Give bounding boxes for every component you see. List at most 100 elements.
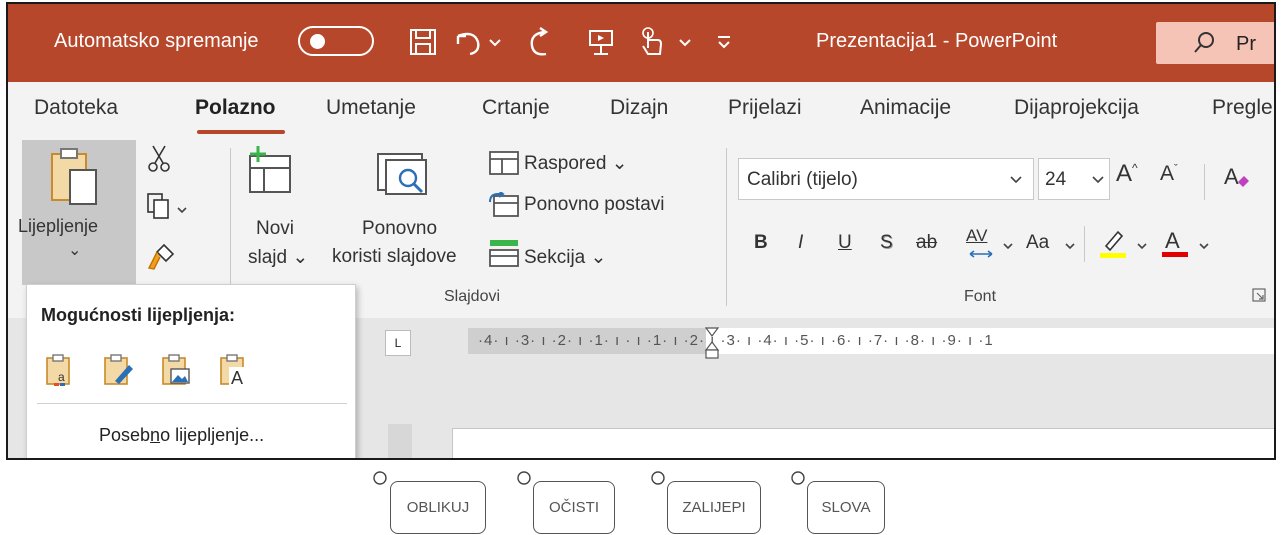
group-separator — [726, 148, 727, 306]
layout-label[interactable]: Raspored ⌄ — [524, 152, 628, 175]
highlight-icon[interactable] — [1098, 226, 1128, 265]
font-color-button[interactable]: A — [1160, 224, 1190, 265]
format-painter-icon[interactable] — [146, 242, 176, 277]
paste-special-item[interactable]: Posebno lijepljenje... — [99, 425, 264, 446]
underline-button[interactable]: U — [838, 232, 852, 254]
tab-dizajn[interactable]: Dizajn — [610, 96, 668, 120]
change-case-button[interactable]: Aa — [1026, 232, 1049, 254]
font-size-value: 24 — [1045, 169, 1067, 190]
spacing-arrows-icon — [968, 246, 994, 264]
copy-dropdown-icon[interactable] — [176, 202, 188, 220]
character-spacing-button[interactable]: AV — [966, 226, 987, 246]
customize-quick-access-icon[interactable] — [716, 26, 732, 58]
tab-crtanje[interactable]: Crtanje — [482, 96, 550, 120]
ribbon-tabs: Datoteka Polazno Umetanje Crtanje Dizajn… — [8, 82, 1274, 138]
slova-button[interactable]: SLOVA — [807, 481, 885, 534]
rotate-handle-icon[interactable] — [650, 470, 666, 486]
ocisti-button[interactable]: OČISTI — [533, 481, 615, 534]
case-dropdown-icon[interactable] — [1064, 238, 1076, 256]
svg-text:A: A — [1165, 228, 1180, 253]
paste-button[interactable]: Lijepljenje ⌄ — [18, 140, 136, 285]
paste-destination-theme-icon[interactable]: a — [43, 353, 77, 392]
grow-font-glyph: A — [1116, 160, 1133, 187]
shrink-font-icon[interactable]: Aˇ — [1160, 162, 1178, 186]
undo-dropdown-icon[interactable] — [488, 26, 502, 58]
reuse-slides-label-2[interactable]: koristi slajdove — [332, 246, 457, 268]
paste-options-title: Mogućnosti lijepljenja: — [41, 305, 236, 325]
italic-button[interactable]: I — [798, 232, 803, 254]
font-size-select[interactable]: 24 — [1038, 158, 1110, 200]
title-bar: Automatsko spremanje Prezentacija1 - Pow… — [8, 4, 1274, 82]
paste-special-accelerator: n — [150, 425, 161, 445]
font-size-chevron-icon — [1091, 173, 1105, 191]
clipboard-icon — [44, 146, 108, 213]
font-separator — [1084, 226, 1085, 262]
active-tab-indicator — [197, 130, 285, 134]
search-box[interactable]: Pr — [1156, 22, 1274, 64]
tab-umetanje[interactable]: Umetanje — [326, 96, 416, 120]
grow-font-icon[interactable]: A^ — [1116, 160, 1138, 188]
layout-icon[interactable] — [488, 150, 520, 181]
paste-picture-icon[interactable] — [159, 353, 193, 392]
indent-marker-icon[interactable] — [704, 326, 720, 365]
tab-animacije[interactable]: Animacije — [860, 96, 951, 120]
spacing-dropdown-icon[interactable] — [1002, 238, 1014, 256]
slide-canvas[interactable] — [452, 428, 1274, 458]
tab-pregled[interactable]: Pregle — [1212, 96, 1273, 120]
undo-icon[interactable] — [452, 26, 486, 58]
highlight-dropdown-icon[interactable] — [1136, 238, 1148, 256]
reset-label[interactable]: Ponovno postavi — [524, 194, 665, 216]
start-presentation-icon[interactable] — [586, 26, 616, 58]
clear-formatting-icon[interactable]: A — [1222, 162, 1252, 197]
font-separator — [1204, 164, 1205, 200]
redo-icon[interactable] — [524, 26, 558, 58]
reuse-slides-label-1[interactable]: Ponovno — [362, 218, 437, 240]
tab-polazno[interactable]: Polazno — [195, 96, 276, 120]
shadow-button[interactable]: S — [880, 232, 893, 254]
autosave-label: Automatsko spremanje — [54, 30, 259, 52]
strikethrough-button[interactable]: ab — [916, 232, 937, 254]
shrink-font-glyph: A — [1160, 162, 1175, 185]
tab-dijaprojekcija[interactable]: Dijaprojekcija — [1014, 96, 1139, 120]
powerpoint-window: Automatsko spremanje Prezentacija1 - Pow… — [6, 2, 1276, 460]
paste-special-suffix: o lijepljenje... — [160, 425, 265, 445]
font-group-label: Font — [964, 288, 997, 305]
section-icon[interactable] — [488, 238, 520, 273]
new-slide-label-1[interactable]: Novi — [256, 218, 294, 240]
bold-button[interactable]: B — [754, 232, 768, 254]
svg-text:a: a — [58, 370, 65, 384]
new-slide-icon[interactable] — [240, 144, 300, 201]
search-text: Pr — [1236, 33, 1256, 55]
paste-keep-source-format-icon[interactable] — [101, 353, 135, 392]
vertical-ruler[interactable] — [388, 424, 412, 458]
svg-text:A: A — [231, 368, 243, 387]
rotate-handle-icon[interactable] — [516, 470, 532, 486]
autosave-toggle[interactable] — [298, 26, 374, 56]
touch-dropdown-icon[interactable] — [678, 26, 692, 58]
touch-mode-icon[interactable] — [636, 26, 666, 58]
search-icon — [1192, 30, 1218, 61]
zalijepi-button[interactable]: ZALIJEPI — [667, 481, 761, 534]
rotate-handle-icon[interactable] — [372, 470, 388, 486]
tab-stop-selector[interactable]: L — [385, 330, 411, 356]
copy-icon[interactable] — [146, 192, 172, 225]
tab-datoteka[interactable]: Datoteka — [34, 96, 118, 120]
cut-icon[interactable] — [146, 144, 172, 179]
paste-special-prefix: Poseb — [99, 425, 151, 445]
section-label[interactable]: Sekcija ⌄ — [524, 246, 606, 269]
rotate-handle-icon[interactable] — [790, 470, 806, 486]
new-slide-label-2[interactable]: slajd ⌄ — [248, 246, 308, 269]
tab-prijelazi[interactable]: Prijelazi — [728, 96, 802, 120]
reuse-slides-icon[interactable] — [374, 150, 434, 207]
font-name-select[interactable]: Calibri (tijelo) — [738, 158, 1034, 200]
save-icon[interactable] — [408, 26, 438, 58]
paste-chevron-icon: ⌄ — [68, 242, 82, 259]
font-dialog-launcher-icon[interactable] — [1252, 288, 1266, 307]
paste-options-menu: Mogućnosti lijepljenja: a A Posebno lije… — [26, 284, 356, 458]
horizontal-ruler[interactable]: ·4· ı ·3· ı ·2· ı ·1· ı · ı ·1· ı ·2· ı … — [468, 327, 1274, 359]
font-color-dropdown-icon[interactable] — [1198, 238, 1210, 256]
paste-keep-text-only-icon[interactable]: A — [217, 353, 251, 392]
group-separator — [230, 148, 231, 306]
reset-icon[interactable] — [488, 190, 520, 223]
oblikuj-button[interactable]: OBLIKUJ — [390, 481, 486, 534]
